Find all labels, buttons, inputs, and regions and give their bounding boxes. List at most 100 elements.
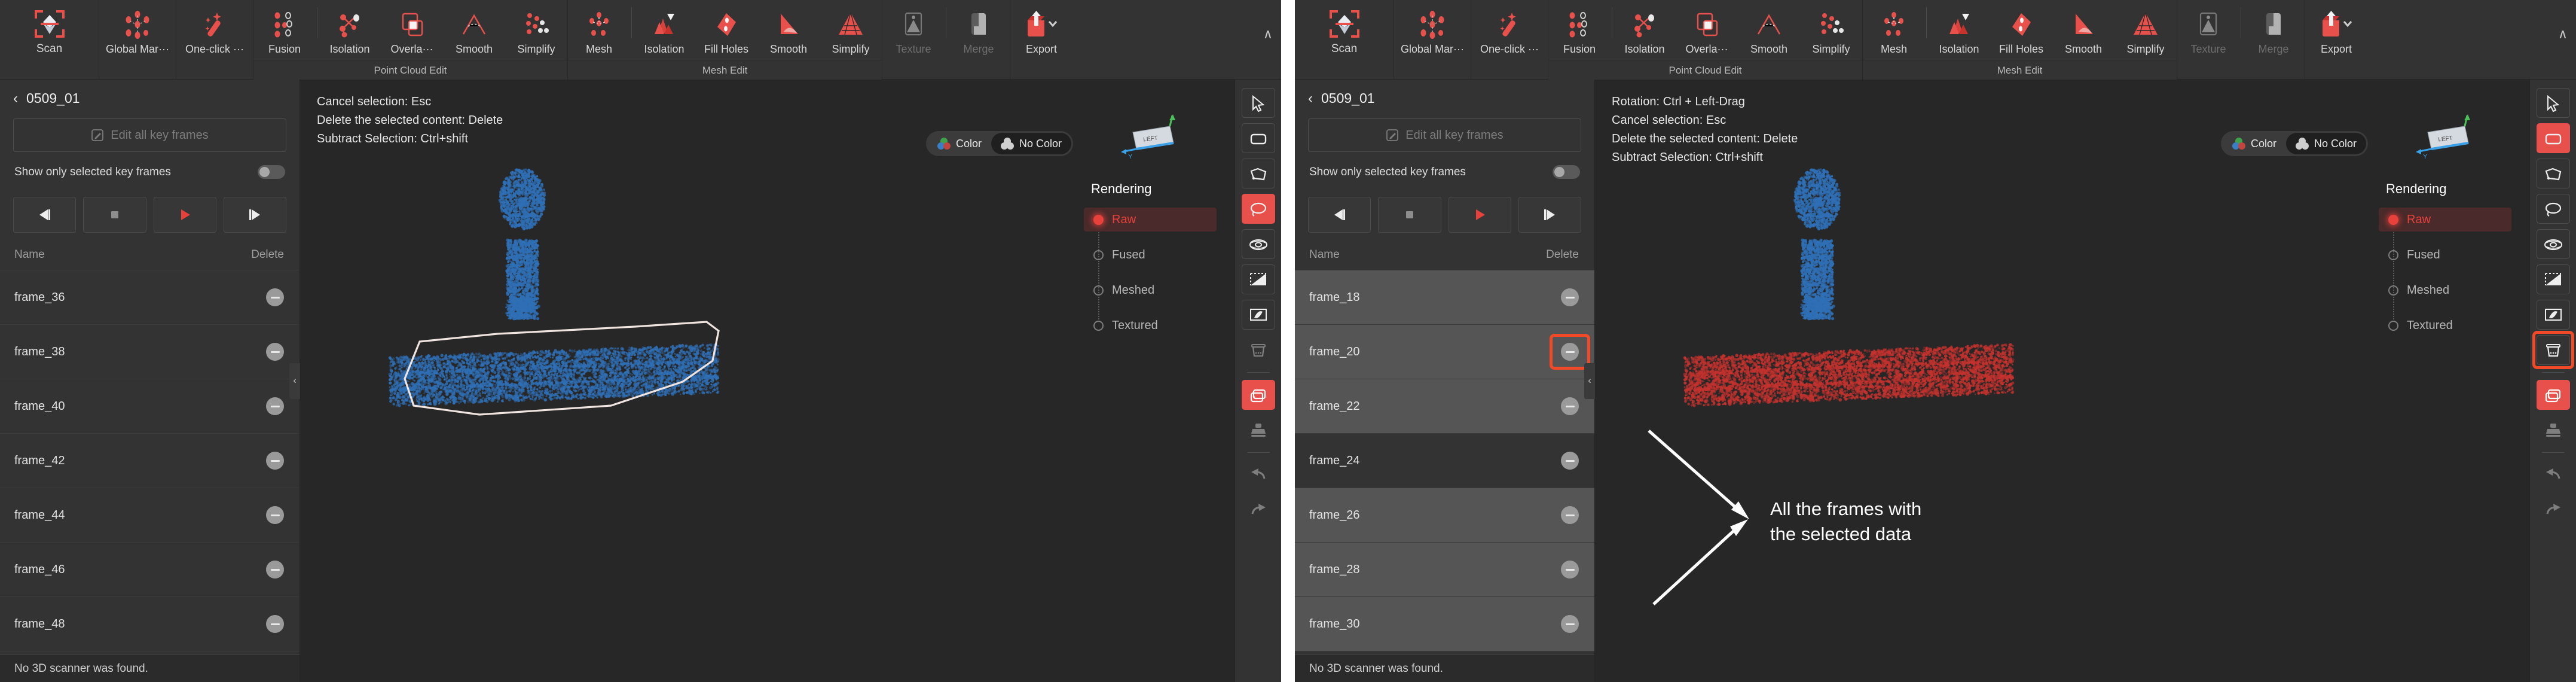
color-mode-color[interactable]: Color <box>2223 133 2286 154</box>
ribbon-item-mesh-smooth[interactable]: Smooth <box>2052 0 2114 60</box>
rectangle-select-tool[interactable] <box>1241 123 1275 153</box>
polygon-select-tool[interactable] <box>1241 159 1275 188</box>
delete-frame-button[interactable] <box>266 288 284 306</box>
table-row[interactable]: frame_44 <box>0 488 300 543</box>
table-row[interactable]: frame_20 <box>1295 325 1594 379</box>
delete-frame-button[interactable] <box>266 452 284 470</box>
flip-tool[interactable] <box>1241 300 1275 330</box>
table-row[interactable]: frame_28 <box>1295 543 1594 597</box>
show-selected-toggle[interactable] <box>258 165 285 179</box>
chevron-left-icon[interactable]: ‹ <box>1308 91 1313 106</box>
ribbon-item-mesh-isolation[interactable]: Isolation <box>1928 0 1990 60</box>
ribbon-item-export[interactable]: Export <box>2305 0 2367 60</box>
ribbon-item-export[interactable]: Export <box>1010 0 1072 60</box>
show-selected-toggle[interactable] <box>1553 165 1580 179</box>
delete-tool[interactable] <box>2532 331 2574 369</box>
brush-select-tool[interactable] <box>1241 229 1275 259</box>
chevron-up-icon[interactable]: ∧ <box>2558 26 2568 42</box>
table-row[interactable]: frame_42 <box>0 434 300 488</box>
ribbon-item-mesh-smooth[interactable]: Smooth <box>757 0 820 60</box>
step-forward-button[interactable] <box>1518 197 1581 233</box>
ribbon-item-pc-simplify[interactable]: Simplify <box>505 0 567 60</box>
rendering-option-textured[interactable]: Textured <box>2386 313 2505 337</box>
color-mode-toggle[interactable]: Color No Color <box>925 131 1073 156</box>
lasso-select-tool[interactable] <box>2536 194 2570 224</box>
delete-frame-button[interactable] <box>1561 288 1579 306</box>
ribbon-item-pc-smooth[interactable]: Smooth <box>443 0 505 60</box>
edit-all-key-frames-button[interactable]: Edit all key frames <box>13 118 286 152</box>
flip-tool[interactable] <box>2536 300 2570 330</box>
delete-frame-button[interactable] <box>1561 343 1579 361</box>
delete-frame-button[interactable] <box>1561 506 1579 524</box>
plane-cut-tool[interactable] <box>1241 264 1275 294</box>
stop-button[interactable] <box>83 197 146 233</box>
delete-frame-button[interactable] <box>266 506 284 524</box>
ribbon-item-texture[interactable]: Texture <box>2177 0 2239 60</box>
ribbon-item-overlap[interactable]: Overla··· <box>1676 0 1738 60</box>
ribbon-item-pc-isolation[interactable]: Isolation <box>1614 0 1676 60</box>
ribbon-item-fill-holes[interactable]: Fill Holes <box>695 0 757 60</box>
cursor-select-tool[interactable] <box>2536 88 2570 118</box>
delete-frame-button[interactable] <box>266 615 284 633</box>
table-row[interactable]: frame_24 <box>1295 434 1594 488</box>
frames-panel-toggle[interactable] <box>2536 380 2570 410</box>
ribbon-item-pc-isolation[interactable]: Isolation <box>319 0 381 60</box>
ribbon-item-global-marker[interactable]: Global Mar··· <box>1394 0 1471 60</box>
color-mode-toggle[interactable]: Color No Color <box>2220 131 2368 156</box>
orientation-gizmo[interactable]: LEFT Y <box>2410 114 2482 174</box>
table-row[interactable]: frame_40 <box>0 379 300 434</box>
ribbon-item-scan[interactable]: Scan <box>1295 0 1394 60</box>
cursor-select-tool[interactable] <box>1241 88 1275 118</box>
rectangle-select-tool[interactable] <box>2536 123 2570 153</box>
ribbon-item-mesh-isolation[interactable]: Isolation <box>633 0 695 60</box>
ribbon-item-mesh[interactable]: Mesh <box>1863 0 1925 60</box>
ribbon-item-mesh[interactable]: Mesh <box>568 0 630 60</box>
ribbon-item-global-marker[interactable]: Global Mar··· <box>99 0 176 60</box>
table-row[interactable]: frame_36 <box>0 270 300 325</box>
table-row[interactable]: frame_22 <box>1295 379 1594 434</box>
edit-all-key-frames-button[interactable]: Edit all key frames <box>1308 118 1581 152</box>
panel-collapse-handle[interactable]: ‹ <box>1584 363 1595 399</box>
play-button[interactable] <box>153 197 216 233</box>
step-back-button[interactable] <box>1308 197 1371 233</box>
table-row[interactable]: frame_38 <box>0 325 300 379</box>
orientation-gizmo[interactable]: LEFT Y <box>1115 114 1187 174</box>
table-row[interactable]: frame_26 <box>1295 488 1594 543</box>
frames-list[interactable]: frame_36 frame_38 frame_40 frame_42 frame_44… <box>0 270 300 654</box>
ribbon-item-fusion[interactable]: Fusion <box>1548 0 1611 60</box>
ribbon-item-pc-simplify[interactable]: Simplify <box>1800 0 1862 60</box>
lasso-select-tool[interactable] <box>1241 194 1275 224</box>
ribbon-item-scan[interactable]: Scan <box>0 0 99 60</box>
play-button[interactable] <box>1448 197 1511 233</box>
ribbon-item-one-click[interactable]: One-click ··· <box>176 0 253 60</box>
rendering-option-raw[interactable]: Raw <box>1084 208 1217 232</box>
delete-frame-button[interactable] <box>266 561 284 579</box>
step-back-button[interactable] <box>13 197 77 233</box>
rendering-option-textured[interactable]: Textured <box>1091 313 1211 337</box>
chevron-left-icon[interactable]: ‹ <box>13 91 18 106</box>
color-mode-nocolor[interactable]: No Color <box>991 133 1071 154</box>
rendering-option-meshed[interactable]: Meshed <box>1091 278 1211 302</box>
stop-button[interactable] <box>1378 197 1441 233</box>
delete-frame-button[interactable] <box>266 343 284 361</box>
ribbon-item-merge[interactable]: Merge <box>2242 0 2305 60</box>
step-forward-button[interactable] <box>223 197 286 233</box>
ribbon-item-fill-holes[interactable]: Fill Holes <box>1990 0 2052 60</box>
color-mode-color[interactable]: Color <box>928 133 991 154</box>
ribbon-item-mesh-simplify[interactable]: Simplify <box>2114 0 2177 60</box>
ribbon-item-fusion[interactable]: Fusion <box>253 0 316 60</box>
table-row[interactable]: frame_48 <box>0 597 300 651</box>
brush-select-tool[interactable] <box>2536 229 2570 259</box>
ribbon-item-merge[interactable]: Merge <box>948 0 1010 60</box>
delete-frame-button[interactable] <box>1561 615 1579 633</box>
delete-frame-button[interactable] <box>1561 452 1579 470</box>
delete-frame-button[interactable] <box>1561 397 1579 415</box>
rendering-option-fused[interactable]: Fused <box>1091 243 1211 267</box>
frames-panel-toggle[interactable] <box>1241 380 1275 410</box>
rendering-option-fused[interactable]: Fused <box>2386 243 2505 267</box>
delete-frame-button[interactable] <box>266 397 284 415</box>
ribbon-item-overlap[interactable]: Overla··· <box>381 0 443 60</box>
chevron-up-icon[interactable]: ∧ <box>1263 26 1273 42</box>
frames-list[interactable]: frame_18 frame_20 frame_22 frame_24 frame_26… <box>1295 270 1594 654</box>
table-row[interactable]: frame_46 <box>0 543 300 597</box>
